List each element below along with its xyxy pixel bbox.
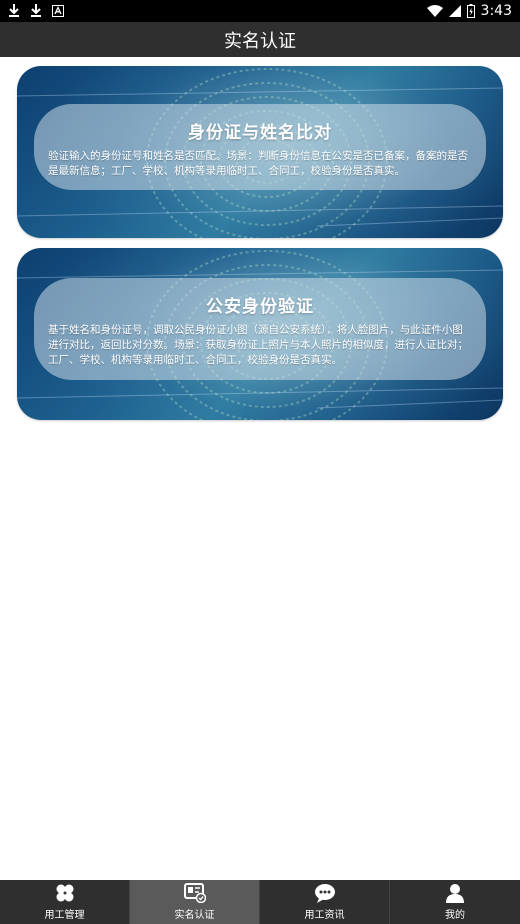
nav-item-mine[interactable]: 我的 [390, 880, 520, 924]
card-info-panel: 身份证与姓名比对 验证输入的身份证号和姓名是否匹配。场景：判断身份信息在公安是否… [34, 104, 486, 190]
police-identity-verify-card[interactable]: 公安身份验证 基于姓名和身份证号，调取公民身份证小图（源自公安系统），将人脸图片… [17, 248, 503, 420]
id-name-verify-card[interactable]: 身份证与姓名比对 验证输入的身份证号和姓名是否匹配。场景：判断身份信息在公安是否… [17, 66, 503, 238]
nav-label: 我的 [445, 910, 465, 921]
user-icon [445, 883, 465, 903]
card-description: 验证输入的身份证号和姓名是否匹配。场景：判断身份信息在公安是否已备案，备案的是否… [48, 150, 468, 177]
status-bar: 3:43 [0, 0, 520, 22]
status-time: 3:43 [480, 3, 512, 19]
card-title: 身份证与姓名比对 [188, 123, 332, 143]
id-card-icon [183, 883, 206, 903]
nav-label: 用工资讯 [304, 910, 345, 921]
wifi-icon [426, 5, 443, 17]
signal-icon [448, 5, 461, 17]
card-info-panel: 公安身份验证 基于姓名和身份证号，调取公民身份证小图（源自公安系统），将人脸图片… [34, 278, 486, 380]
title-bar: 实名认证 [0, 22, 520, 57]
nav-label: 用工管理 [44, 910, 85, 921]
text-a-icon [52, 5, 64, 17]
grid-icon [55, 883, 75, 903]
nav-item-employment-management[interactable]: 用工管理 [0, 880, 130, 924]
nav-label: 实名认证 [174, 910, 215, 921]
nav-item-real-name-auth[interactable]: 实名认证 [130, 880, 260, 924]
card-description: 基于姓名和身份证号，调取公民身份证小图（源自公安系统），将人脸图片，与此证件小图… [48, 324, 468, 366]
battery-icon [466, 4, 475, 18]
download-icon [30, 4, 42, 18]
nav-item-employment-news[interactable]: 用工资讯 [260, 880, 390, 924]
bottom-nav: 用工管理 实名认证 用工资讯 我的 [0, 880, 520, 924]
download-icon [8, 4, 20, 18]
page-title: 实名认证 [224, 30, 296, 52]
card-title: 公安身份验证 [206, 297, 314, 317]
chat-icon [314, 883, 336, 903]
